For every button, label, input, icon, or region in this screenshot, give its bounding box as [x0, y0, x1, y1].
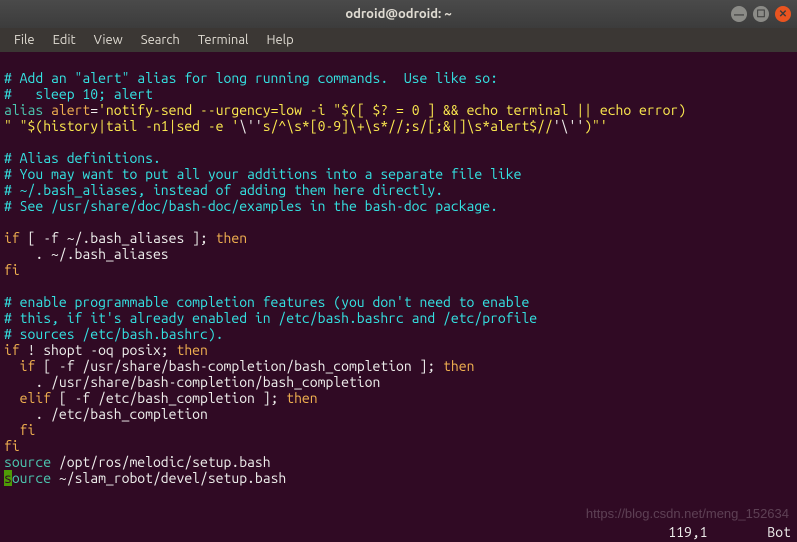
- string: " "$(history|tail -n1|sed -e ': [4, 118, 239, 134]
- keyword: elif: [4, 390, 51, 406]
- escape: \'': [239, 118, 263, 134]
- path: /opt/ros/melodic/setup.bash: [51, 454, 271, 470]
- cond: [ -f /etc/bash_completion ];: [51, 390, 286, 406]
- comment-line: # sources /etc/bash.bashrc).: [4, 326, 224, 342]
- menu-view[interactable]: View: [86, 31, 131, 49]
- keyword: fi: [4, 262, 20, 278]
- code-line: . ~/.bash_aliases: [4, 246, 169, 262]
- keyword: if: [4, 358, 35, 374]
- menu-help[interactable]: Help: [258, 31, 301, 49]
- minimize-icon[interactable]: —: [731, 6, 747, 22]
- string: )": [584, 118, 600, 134]
- menu-edit[interactable]: Edit: [45, 31, 84, 49]
- cond: ! shopt -oq posix;: [20, 342, 177, 358]
- code-line: . /usr/share/bash-completion/bash_comple…: [4, 374, 380, 390]
- keyword: fi: [4, 438, 20, 454]
- code-line: . /etc/bash_completion: [4, 406, 208, 422]
- comment-line: # sleep 10; alert: [4, 86, 153, 102]
- comment-line: # ~/.bash_aliases, instead of adding the…: [4, 182, 443, 198]
- keyword: then: [177, 342, 208, 358]
- cursor: s: [4, 470, 12, 486]
- menu-search[interactable]: Search: [133, 31, 188, 49]
- comment-line: # You may want to put all your additions…: [4, 166, 521, 182]
- string: ': [600, 118, 608, 134]
- keyword: fi: [4, 422, 35, 438]
- window-title: odroid@odroid: ~: [345, 7, 451, 21]
- keyword: if: [4, 230, 20, 246]
- menu-terminal[interactable]: Terminal: [190, 31, 257, 49]
- comment-line: # this, if it's already enabled in /etc/…: [4, 310, 537, 326]
- comment-line: # Alias definitions.: [4, 150, 161, 166]
- maximize-icon[interactable]: ☐: [753, 6, 769, 22]
- window-controls: — ☐ ✕: [731, 6, 791, 22]
- terminal-content[interactable]: # Add an "alert" alias for long running …: [0, 52, 797, 542]
- comment-line: # See /usr/share/doc/bash-doc/examples i…: [4, 198, 498, 214]
- comment-line: # Add an "alert" alias for long running …: [4, 70, 498, 86]
- escape: '\'': [553, 118, 584, 134]
- titlebar: odroid@odroid: ~ — ☐ ✕: [0, 0, 797, 28]
- keyword: ource: [12, 470, 51, 486]
- keyword: if: [4, 342, 20, 358]
- op: =: [90, 102, 98, 118]
- cursor-position: 119,1: [668, 524, 707, 540]
- keyword: source: [4, 454, 51, 470]
- keyword: then: [443, 358, 474, 374]
- vim-status: 119,1 Bot: [668, 524, 791, 540]
- scroll-location: Bot: [767, 524, 791, 540]
- alias-name: alert: [51, 102, 90, 118]
- menubar: File Edit View Search Terminal Help: [0, 28, 797, 52]
- menu-file[interactable]: File: [6, 31, 43, 49]
- cond: [ -f /usr/share/bash-completion/bash_com…: [35, 358, 443, 374]
- keyword: then: [216, 230, 247, 246]
- watermark: https://blog.csdn.net/meng_152634: [586, 506, 789, 522]
- comment-line: # enable programmable completion feature…: [4, 294, 529, 310]
- path: ~/slam_robot/devel/setup.bash: [51, 470, 286, 486]
- cond: [ -f ~/.bash_aliases ];: [20, 230, 216, 246]
- close-icon[interactable]: ✕: [775, 6, 791, 22]
- keyword: alias: [4, 102, 51, 118]
- string: s/^\s*[0-9]\+\s*//;s/[;&|]\s*alert$//: [263, 118, 553, 134]
- string: 'notify-send --urgency=low -i "$([ $? = …: [98, 102, 686, 118]
- keyword: then: [286, 390, 317, 406]
